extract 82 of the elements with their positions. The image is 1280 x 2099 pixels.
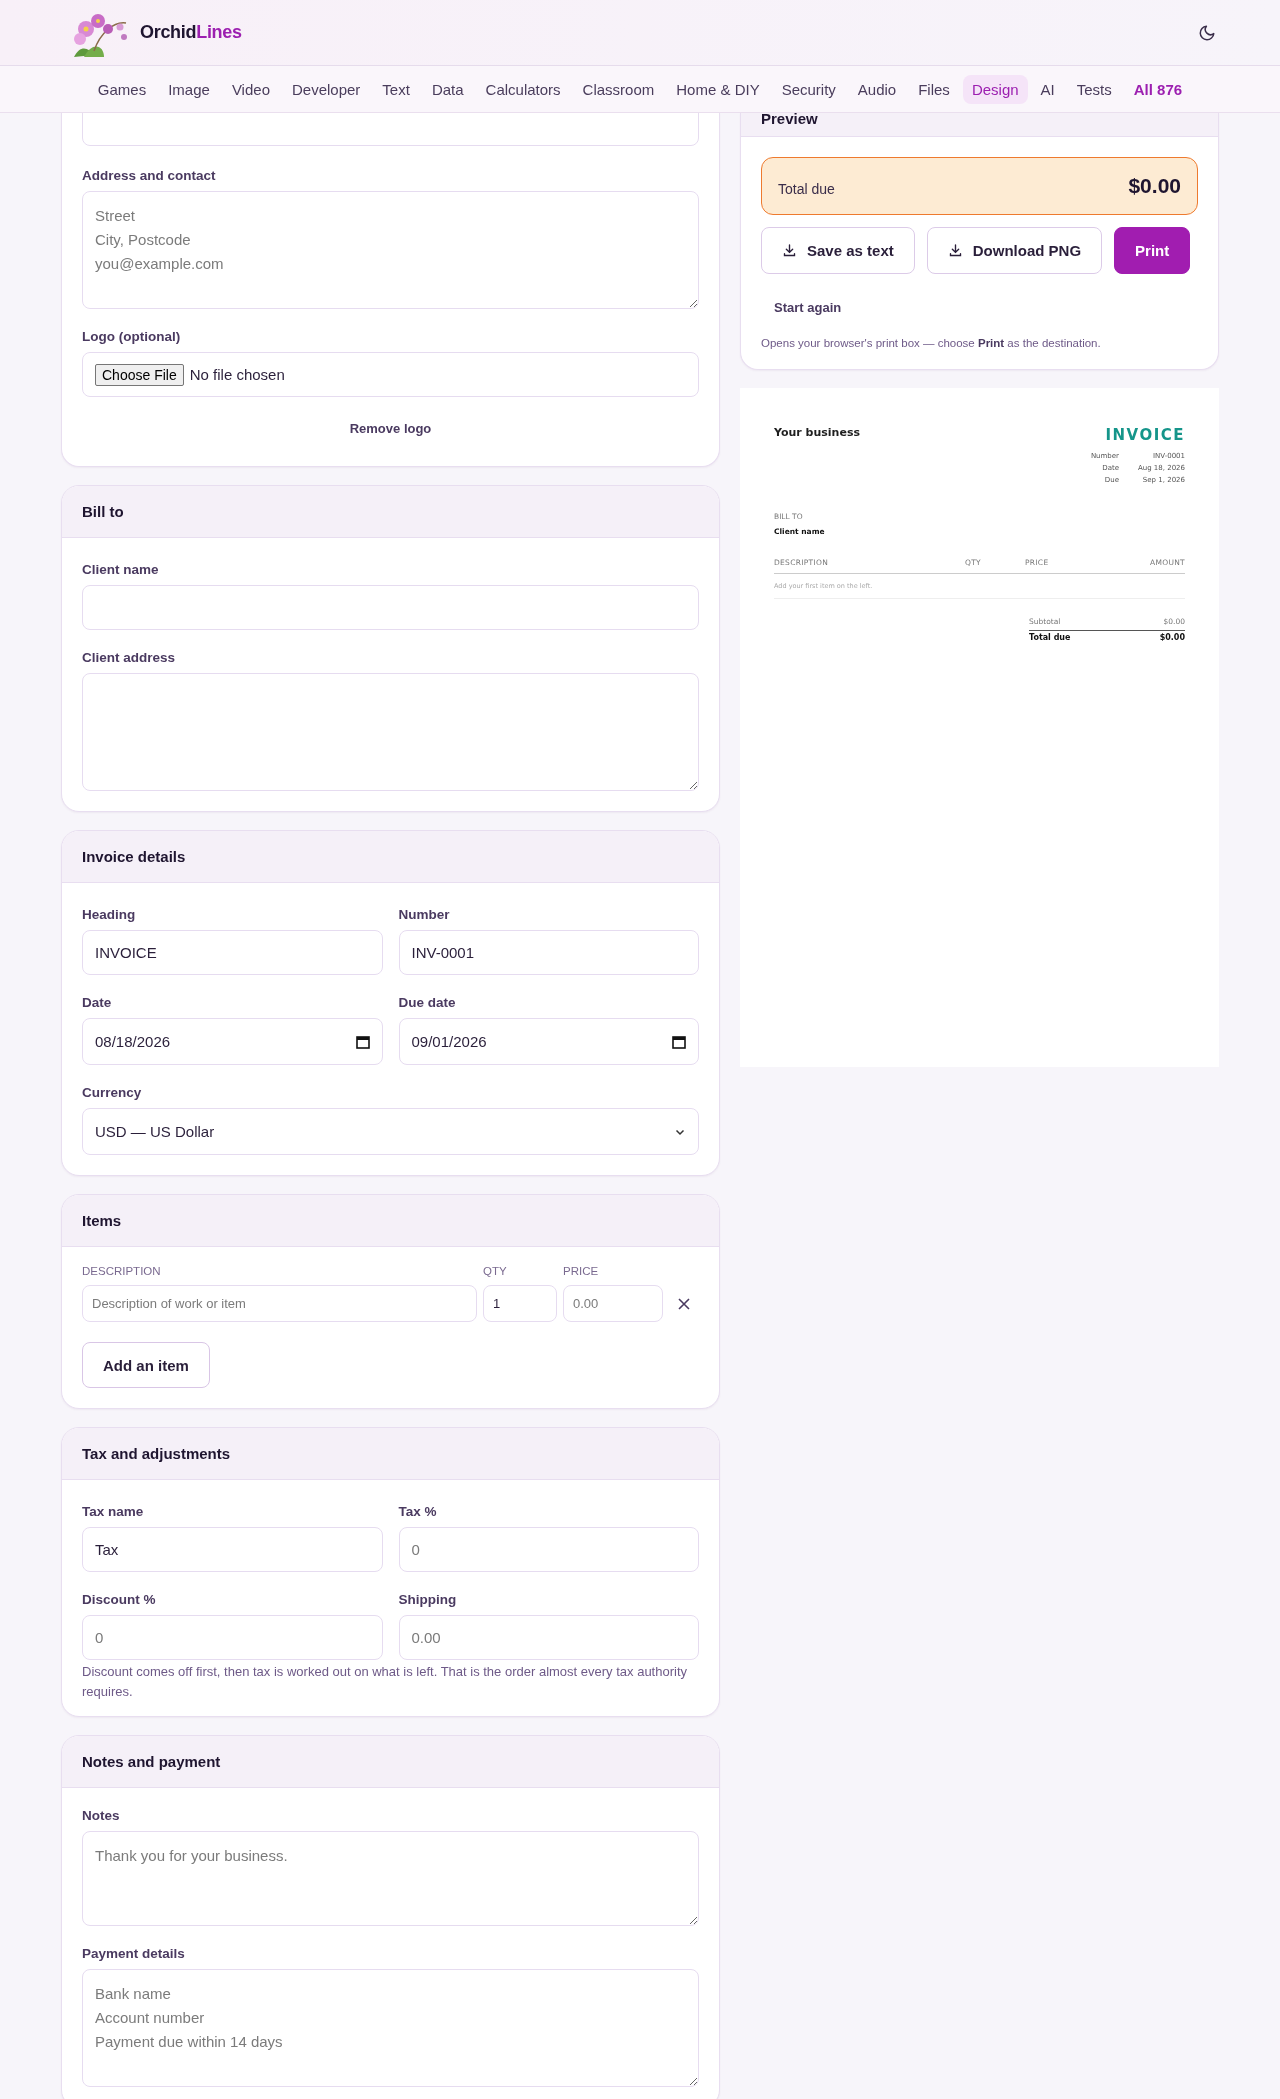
calendar-icon bbox=[672, 1034, 686, 1049]
total-value: $0.00 bbox=[1159, 633, 1185, 642]
action-button[interactable]: Print bbox=[1114, 227, 1191, 274]
nav-link[interactable]: Tests bbox=[1067, 74, 1121, 104]
action-button[interactable]: Save as text bbox=[761, 227, 915, 274]
description-field[interactable]: Description of work or item bbox=[82, 1285, 477, 1322]
text-area[interactable] bbox=[82, 673, 699, 791]
nav-link[interactable]: Security bbox=[772, 74, 845, 104]
field-label: Date bbox=[82, 995, 113, 1010]
field-label: Discount % bbox=[82, 1592, 157, 1607]
nav-link[interactable]: All 876 bbox=[1124, 74, 1192, 104]
close-icon bbox=[678, 1297, 690, 1310]
total-label: Total due bbox=[1029, 633, 1071, 642]
invoice-heading: INVOICE bbox=[1105, 426, 1185, 444]
nav-link[interactable]: Video bbox=[222, 74, 279, 104]
field-label: Client address bbox=[82, 650, 177, 665]
field-label: Number bbox=[398, 907, 451, 922]
nav-link[interactable]: Audio bbox=[848, 74, 906, 104]
text-area[interactable]: Bank name Account number Payment due within 14 days bbox=[82, 1969, 699, 2087]
column-header: DESCRIPTION bbox=[82, 1265, 162, 1277]
action-button[interactable]: Download PNG bbox=[926, 227, 1103, 274]
field-label: Address and contact bbox=[82, 168, 217, 183]
moon-icon[interactable] bbox=[1198, 23, 1216, 42]
section-title: Preview bbox=[761, 113, 819, 129]
help-text: Opens your browser's print box — choose Print as the destination. bbox=[761, 337, 1102, 349]
nav-link[interactable]: Data bbox=[422, 74, 473, 104]
field-label: Payment details bbox=[82, 1946, 186, 1961]
file-status: No file chosen bbox=[189, 366, 285, 383]
download-icon bbox=[782, 243, 797, 258]
start-again-button[interactable]: Start again bbox=[761, 294, 855, 321]
section-title: Invoice details bbox=[62, 831, 719, 883]
text-field[interactable]: 0 bbox=[398, 1527, 699, 1572]
text-area[interactable]: Thank you for your business. bbox=[82, 1831, 699, 1926]
business-name: Your business bbox=[774, 426, 860, 441]
nav-link[interactable]: Design bbox=[962, 74, 1028, 104]
field-label: Tax % bbox=[398, 1504, 438, 1519]
text-field[interactable] bbox=[82, 585, 699, 630]
date-field[interactable]: 08/18/2026 bbox=[82, 1018, 383, 1065]
field-label: Due date bbox=[398, 995, 457, 1010]
field-label: Shipping bbox=[398, 1592, 458, 1607]
nav-link[interactable]: AI bbox=[1031, 74, 1064, 104]
nav-link[interactable]: Home & DIY bbox=[667, 74, 769, 104]
column-header: QTY bbox=[483, 1265, 508, 1277]
nav-link[interactable]: Text bbox=[373, 74, 419, 104]
text-field[interactable]: 0.00 bbox=[398, 1615, 699, 1660]
total-label: Total due bbox=[778, 181, 835, 197]
section-title: Items bbox=[62, 1195, 719, 1247]
text-area[interactable]: Street City, Postcode you@example.com bbox=[82, 191, 699, 309]
price-field[interactable]: 0.00 bbox=[563, 1285, 663, 1322]
file-field[interactable]: Choose File No file chosen bbox=[82, 352, 699, 397]
field-label: Logo (optional) bbox=[82, 329, 182, 344]
nav-link[interactable]: Classroom bbox=[573, 74, 664, 104]
field-label: Notes bbox=[82, 1808, 121, 1823]
remove-logo-button[interactable]: Remove logo bbox=[339, 411, 442, 446]
field-label: Currency bbox=[82, 1085, 143, 1100]
column-header: PRICE bbox=[563, 1265, 600, 1277]
total-value: $0.00 bbox=[1128, 174, 1181, 198]
choose-file-button[interactable]: Choose File bbox=[95, 363, 184, 386]
nav-link[interactable]: Files bbox=[909, 74, 959, 104]
section-title: Tax and adjustments bbox=[62, 1428, 719, 1480]
add-item-button[interactable]: Add an item bbox=[82, 1342, 210, 1388]
text-field[interactable]: Tax bbox=[82, 1527, 383, 1572]
nav-link[interactable]: Calculators bbox=[476, 74, 570, 104]
qty-field[interactable]: 1 bbox=[483, 1285, 557, 1322]
nav-link[interactable]: Image bbox=[159, 74, 219, 104]
field-label: Tax name bbox=[82, 1504, 145, 1519]
text-field[interactable] bbox=[82, 113, 699, 146]
field-label: Heading bbox=[82, 907, 137, 922]
nav-link[interactable]: Games bbox=[88, 74, 156, 104]
field-label: Client name bbox=[82, 562, 160, 577]
help-text: Discount comes off first, then tax is worked out on what is left. That is the order almost every tax authority requires. bbox=[82, 1663, 688, 1701]
calendar-icon bbox=[355, 1034, 370, 1049]
currency-select[interactable]: USD — US Dollar bbox=[82, 1108, 699, 1155]
text-field[interactable]: INVOICE bbox=[82, 930, 383, 975]
section-title: Bill to bbox=[62, 486, 719, 538]
download-icon bbox=[947, 243, 963, 258]
section-title: Notes and payment bbox=[62, 1736, 719, 1788]
date-field[interactable]: 09/01/2026 bbox=[398, 1018, 699, 1065]
text-field[interactable]: INV-0001 bbox=[398, 930, 699, 975]
nav-link[interactable]: Developer bbox=[283, 74, 370, 104]
text-field[interactable]: 0 bbox=[82, 1615, 383, 1660]
site-logo-text[interactable]: OrchidLines bbox=[140, 22, 242, 43]
